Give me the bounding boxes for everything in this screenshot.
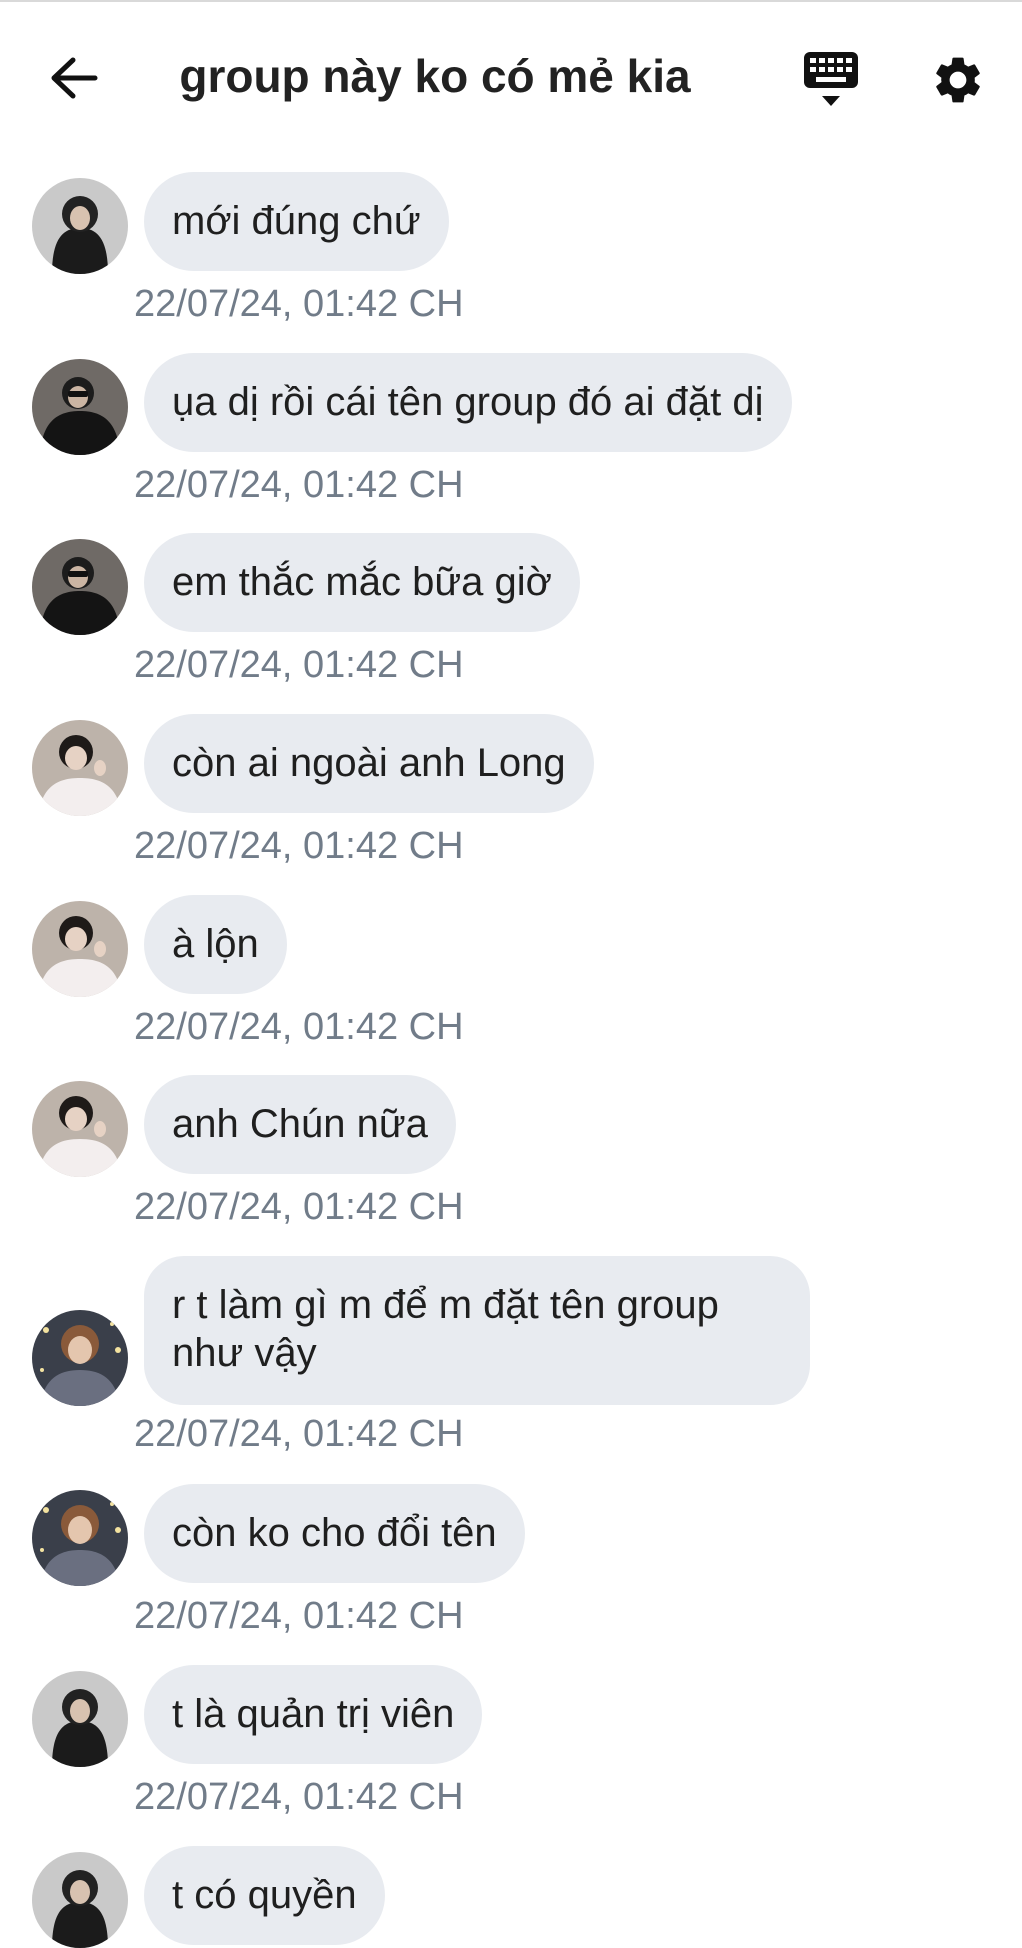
message-timestamp: 22/07/24, 01:42 CH — [134, 1413, 464, 1455]
avatar-image — [32, 359, 128, 455]
message-timestamp: 22/07/24, 01:42 CH — [134, 464, 464, 506]
avatar-image — [32, 1671, 128, 1767]
avatar[interactable] — [32, 178, 128, 274]
message-bubble[interactable]: à lộn — [144, 895, 287, 994]
message-timestamp: 22/07/24, 01:42 CH — [134, 1186, 464, 1228]
message-bubble[interactable]: còn ko cho đổi tên — [144, 1484, 525, 1583]
avatar-image — [32, 720, 128, 816]
avatar-image — [32, 901, 128, 997]
message-bubble[interactable]: em thắc mắc bữa giờ — [144, 533, 580, 632]
avatar-image — [32, 539, 128, 635]
avatar-image — [32, 1490, 128, 1586]
avatar-image — [32, 1081, 128, 1177]
message-timestamp: 22/07/24, 01:42 CH — [134, 1595, 464, 1637]
avatar[interactable] — [32, 720, 128, 816]
message-timestamp: 22/07/24, 01:42 CH — [134, 283, 464, 325]
avatar[interactable] — [32, 1671, 128, 1767]
avatar[interactable] — [32, 1490, 128, 1586]
message-bubble[interactable]: t là quản trị viên — [144, 1665, 483, 1764]
message-timestamp: 22/07/24, 01:42 CH — [134, 644, 464, 686]
message-list[interactable]: mới đúng chứ 22/07/24, 01:42 CH ụa dị rồ… — [0, 0, 1022, 1948]
message-bubble[interactable]: mới đúng chứ — [144, 172, 449, 271]
avatar[interactable] — [32, 1081, 128, 1177]
message-bubble[interactable]: r t làm gì m để m đặt tên group như vậy — [144, 1256, 810, 1405]
avatar[interactable] — [32, 539, 128, 635]
avatar[interactable] — [32, 359, 128, 455]
message-timestamp: 22/07/24, 01:42 CH — [134, 825, 464, 867]
avatar-image — [32, 178, 128, 274]
message-bubble[interactable]: t có quyền — [144, 1846, 385, 1945]
avatar-image — [32, 1310, 128, 1406]
message-bubble[interactable]: anh Chún nữa — [144, 1075, 456, 1174]
message-bubble[interactable]: còn ai ngoài anh Long — [144, 714, 594, 813]
message-timestamp: 22/07/24, 01:42 CH — [134, 1776, 464, 1818]
message-bubble[interactable]: ụa dị rồi cái tên group đó ai đặt dị — [144, 353, 792, 452]
avatar-image — [32, 1852, 128, 1948]
avatar[interactable] — [32, 1310, 128, 1406]
message-timestamp: 22/07/24, 01:42 CH — [134, 1006, 464, 1048]
avatar[interactable] — [32, 1852, 128, 1948]
avatar[interactable] — [32, 901, 128, 997]
